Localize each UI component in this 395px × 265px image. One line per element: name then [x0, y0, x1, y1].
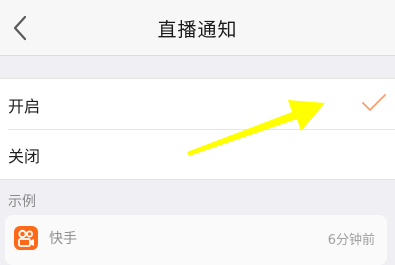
option-off-row[interactable]: 关闭 — [0, 129, 395, 179]
example-app-name: 快手 — [49, 231, 77, 247]
example-section-label: 示例 — [8, 194, 36, 210]
option-off-label: 关闭 — [8, 147, 41, 166]
checkmark-icon — [362, 94, 386, 111]
kuaishou-icon — [14, 226, 38, 250]
navigation-bar: 直播通知 — [0, 0, 395, 56]
example-notification-card: 快手 6分钟前 — [5, 215, 387, 265]
page-title: 直播通知 — [157, 19, 238, 41]
example-time: 6分钟前 — [327, 233, 375, 248]
option-on-label: 开启 — [8, 97, 41, 116]
notification-options: 开启 关闭 — [0, 78, 395, 180]
option-on-row[interactable]: 开启 — [0, 79, 395, 129]
